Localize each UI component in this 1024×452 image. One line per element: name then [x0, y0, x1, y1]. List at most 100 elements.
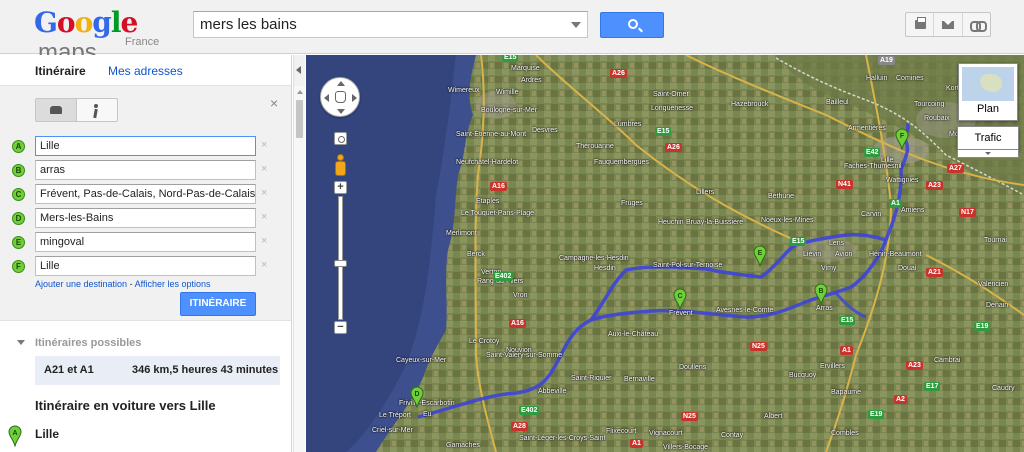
zoom-out-button[interactable]: −	[334, 321, 347, 334]
zoom-in-button[interactable]: +	[334, 181, 347, 194]
waypoint-input[interactable]	[35, 184, 256, 204]
share-toolbar	[905, 12, 991, 37]
remove-waypoint-button[interactable]: ×	[261, 235, 267, 247]
road-shield: E42	[864, 148, 881, 157]
route-marker-c[interactable]: C	[673, 288, 687, 310]
place-label: Fauquembergues	[594, 159, 649, 166]
zoom-slider[interactable]	[338, 196, 343, 320]
pan-control[interactable]	[320, 77, 360, 117]
waypoint-input[interactable]	[35, 256, 256, 276]
add-destination-link[interactable]: Ajouter une destination	[35, 279, 127, 289]
place-label: Bernaville	[624, 376, 655, 383]
waypoint-input[interactable]	[35, 136, 256, 156]
place-label: Noeux-les-Mines	[761, 217, 814, 224]
search-input[interactable]	[194, 12, 554, 37]
route-name: A21 et A1	[44, 364, 94, 376]
get-directions-button[interactable]: ITINÉRAIRE	[180, 292, 256, 316]
place-label: Béthune	[768, 193, 795, 200]
traffic-button[interactable]: Trafic	[957, 126, 1019, 150]
layers-expand-button[interactable]	[957, 150, 1019, 158]
route-marker-d[interactable]: D	[410, 386, 424, 408]
street-view-pegman-icon[interactable]	[333, 154, 347, 180]
road-shield: A1	[889, 199, 902, 208]
remove-waypoint-button[interactable]: ×	[261, 139, 267, 151]
tab-mes-adresses[interactable]: Mes adresses	[108, 64, 183, 78]
link-button[interactable]	[963, 13, 990, 36]
scroll-up-icon[interactable]	[297, 90, 303, 94]
route-marker-e[interactable]: E	[753, 245, 767, 267]
send-button[interactable]	[934, 13, 963, 36]
print-button[interactable]	[906, 13, 935, 36]
panel-tabs: Itinéraire Mes adresses	[0, 55, 291, 86]
search-dropdown-icon[interactable]	[571, 22, 581, 28]
remove-waypoint-button[interactable]: ×	[261, 211, 267, 223]
pan-up-icon[interactable]	[337, 81, 345, 86]
walk-mode-button[interactable]	[77, 99, 117, 121]
remove-waypoint-button[interactable]: ×	[261, 259, 267, 271]
route-marker-f[interactable]: F	[895, 128, 909, 150]
remove-waypoint-button[interactable]: ×	[261, 163, 267, 175]
search-button[interactable]	[600, 12, 664, 38]
road-shield: N25	[750, 342, 767, 351]
road-shield: A2	[894, 395, 907, 404]
place-label: Arras	[816, 305, 833, 312]
collapse-panel-button[interactable]	[293, 55, 305, 86]
place-label: Douai	[898, 265, 917, 272]
car-mode-button[interactable]	[36, 99, 77, 121]
place-label: Hénin-Beaumont	[869, 251, 922, 258]
place-label: Tournai	[984, 237, 1007, 244]
marker-letter: E	[758, 250, 763, 257]
place-label: Lumbres	[614, 121, 642, 128]
place-label: Flixecourt	[606, 428, 637, 435]
travel-mode-switch	[35, 98, 118, 122]
walk-icon	[94, 104, 98, 108]
place-label: Boulogne-sur-Mer	[481, 107, 538, 114]
place-label: Merlimont	[446, 230, 477, 237]
map-canvas[interactable]: Marquise Wimereux Wimille Boulogne-sur-M…	[306, 55, 1024, 452]
routes-section-header[interactable]: Itinéraires possibles	[0, 331, 291, 355]
place-label: Bucquoy	[789, 372, 817, 379]
close-icon[interactable]: ×	[270, 95, 278, 111]
route-marker-b[interactable]: B	[814, 283, 828, 305]
road-shield: E15	[655, 127, 672, 136]
panel-scrollbar[interactable]	[293, 86, 305, 452]
link-separator: -	[129, 279, 133, 289]
road-shield: E19	[974, 322, 991, 331]
place-label: Cambrai	[934, 357, 961, 364]
start-marker-letter: A	[12, 430, 17, 437]
place-label: Caudry	[992, 385, 1015, 392]
waypoint-marker-a: A	[12, 140, 25, 153]
place-label: Contay	[721, 432, 744, 439]
waypoint-input[interactable]	[35, 232, 256, 252]
reset-view-button[interactable]	[334, 132, 347, 145]
place-label: Le Touquet-Paris-Plage	[461, 210, 535, 217]
place-label: Frévent	[669, 310, 693, 317]
pan-down-icon[interactable]	[337, 109, 345, 114]
remove-waypoint-button[interactable]: ×	[261, 187, 267, 199]
google-maps-logo[interactable]: Google maps France	[34, 6, 184, 66]
marker-letter: C	[677, 293, 682, 300]
search-box[interactable]	[193, 11, 588, 38]
place-label: Wimille	[496, 89, 519, 96]
waypoint-input[interactable]	[35, 160, 256, 180]
place-label: Fruges	[621, 200, 643, 207]
scrollbar-thumb[interactable]	[296, 100, 303, 138]
waypoint-marker-d: D	[12, 212, 25, 225]
waypoint-marker-f: F	[12, 260, 25, 273]
marker-letter: F	[900, 133, 905, 140]
chevron-left-icon	[296, 66, 301, 74]
place-label: Saint-Léger-les-Croys-Saint	[519, 435, 606, 442]
route-option[interactable]: A21 et A1 346 km,5 heures 43 minutes	[35, 356, 280, 385]
waypoint-input[interactable]	[35, 208, 256, 228]
search-icon	[628, 19, 638, 29]
map-type-tile[interactable]: Plan	[958, 63, 1018, 121]
place-label: Abbeville	[538, 388, 567, 395]
pan-left-icon[interactable]	[324, 94, 329, 102]
place-label: Albert	[764, 413, 783, 420]
tab-itineraire[interactable]: Itinéraire	[35, 64, 86, 78]
zoom-slider-thumb[interactable]	[334, 260, 347, 267]
show-options-link[interactable]: Afficher les options	[135, 279, 211, 289]
waypoint-marker-e: E	[12, 236, 25, 249]
pan-right-icon[interactable]	[352, 94, 357, 102]
place-label: Avesnes-le-Comte	[716, 307, 774, 314]
